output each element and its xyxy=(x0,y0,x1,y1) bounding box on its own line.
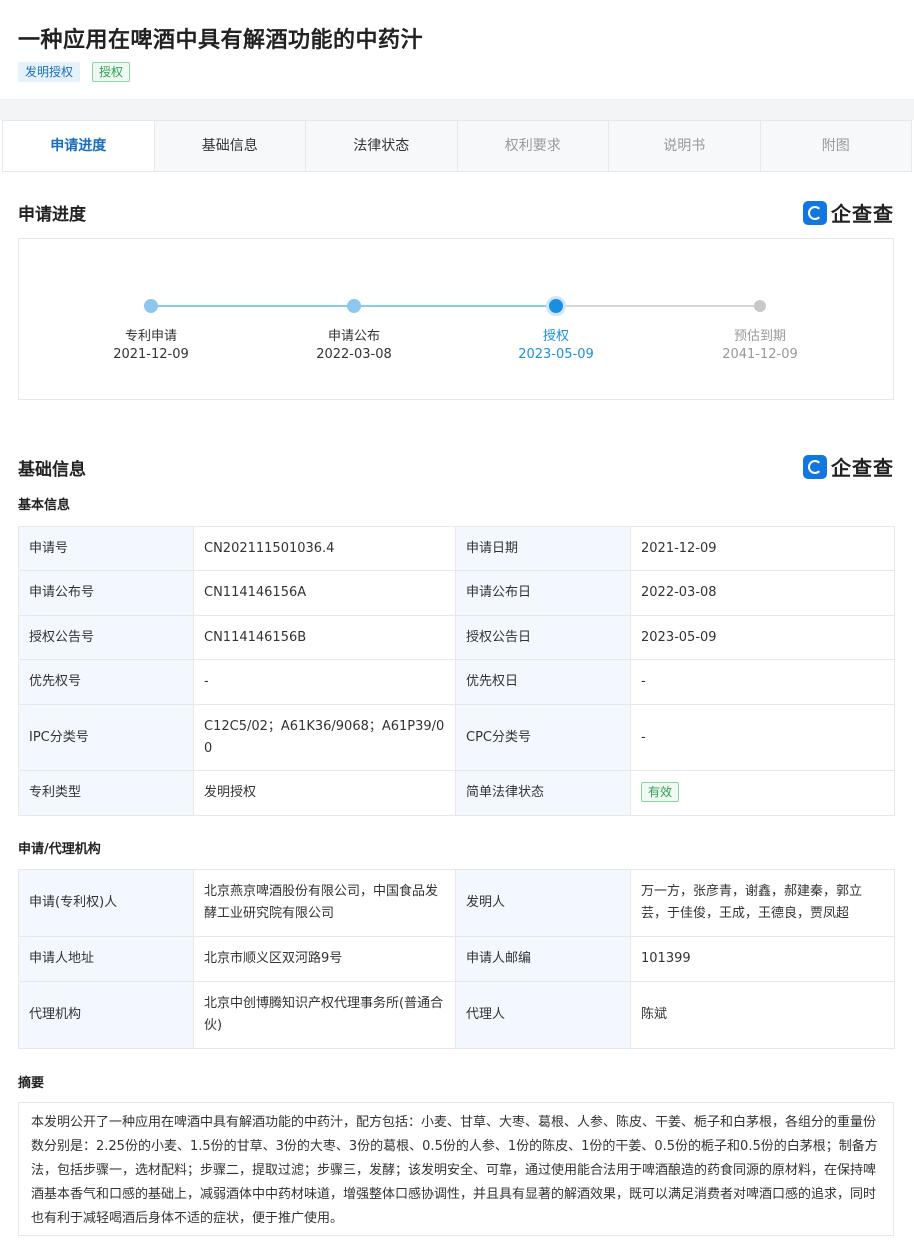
tab-basic-info[interactable]: 基础信息 xyxy=(153,121,305,171)
step-label: 专利申请 xyxy=(124,329,177,344)
step-label-current: 授权 xyxy=(542,329,569,344)
timeline-node xyxy=(144,299,158,313)
step-date: 2022-03-08 xyxy=(316,347,392,362)
qcc-logo: 企查查 xyxy=(803,198,894,227)
field-value: CN114146156B xyxy=(193,615,456,660)
step-date-future: 2041-12-09 xyxy=(722,347,798,362)
tab-legal-status[interactable]: 法律状态 xyxy=(305,121,457,171)
page-title: 一种应用在啤酒中具有解酒功能的中药汁 xyxy=(18,28,424,53)
field-label: 专利类型 xyxy=(18,770,194,816)
field-value: - xyxy=(630,704,895,771)
field-label: 简单法律状态 xyxy=(455,770,631,816)
field-value: 2023-05-09 xyxy=(630,615,895,660)
field-value: - xyxy=(193,659,456,705)
field-label: 申请(专利权)人 xyxy=(18,869,194,937)
field-value: CN114146156A xyxy=(193,570,456,616)
basic-info-subtitle: 基本信息 xyxy=(18,498,71,513)
patent-type-tag: 发明授权 xyxy=(18,62,81,82)
field-value: C12C5/02；A61K36/9068；A61P39/00 xyxy=(193,704,456,771)
field-value: 101399 xyxy=(630,936,895,982)
step-label-future: 预估到期 xyxy=(733,329,786,344)
table-row: 申请人地址 北京市顺义区双河路9号 申请人邮编 101399 xyxy=(18,936,895,982)
patent-header: 一种应用在啤酒中具有解酒功能的中药汁 发明授权 授权 xyxy=(0,0,914,100)
field-value: 万一方，张彦青，谢鑫，郝建秦，郭立芸，于佳俊，王成，王德良，贾凤超 xyxy=(630,869,895,937)
basic-section-title: 基础信息 xyxy=(18,460,86,480)
timeline-node-future xyxy=(754,300,766,312)
field-label: 优先权号 xyxy=(18,659,194,705)
field-label: 申请日期 xyxy=(455,526,631,571)
table-row: IPC分类号 C12C5/02；A61K36/9068；A61P39/00 CP… xyxy=(18,704,895,771)
table-row: 专利类型 发明授权 简单法律状态 有效 xyxy=(18,770,895,816)
agency-link[interactable]: 北京中创博腾知识产权代理事务所(普通合伙) xyxy=(193,981,456,1049)
abstract-subtitle: 摘要 xyxy=(18,1076,45,1091)
step-date: 2021-12-09 xyxy=(113,347,189,362)
table-row: 授权公告号 CN114146156B 授权公告日 2023-05-09 xyxy=(18,615,895,660)
field-value: 陈斌 xyxy=(630,981,895,1049)
field-label: CPC分类号 xyxy=(455,704,631,771)
field-label: 代理机构 xyxy=(18,981,194,1049)
qcc-logo-icon xyxy=(803,454,827,479)
qcc-logo-icon xyxy=(803,200,827,225)
field-label: 优先权日 xyxy=(455,659,631,705)
table-row: 代理机构 北京中创博腾知识产权代理事务所(普通合伙) 代理人 陈斌 xyxy=(18,981,895,1049)
field-value: 发明授权 xyxy=(193,770,456,816)
table-row: 申请(专利权)人 北京燕京啤酒股份有限公司，中国食品发酵工业研究院有限公司 发明… xyxy=(18,869,895,937)
tab-progress[interactable]: 申请进度 xyxy=(3,121,154,171)
applicant-link[interactable]: 北京燕京啤酒股份有限公司，中国食品发酵工业研究院有限公司 xyxy=(193,869,456,937)
field-label: 申请号 xyxy=(18,526,194,571)
qcc-logo: 企查查 xyxy=(803,452,894,481)
field-label: 授权公告号 xyxy=(18,615,194,660)
step-label: 申请公布 xyxy=(327,329,380,344)
timeline-line-future xyxy=(554,305,760,307)
agency-subtitle: 申请/代理机构 xyxy=(18,842,101,857)
content-panel: 申请进度 基础信息 法律状态 权利要求 说明书 附图 申请进度 企查查 专利申请… xyxy=(0,120,914,1248)
field-label: 授权公告日 xyxy=(455,615,631,660)
progress-timeline: 专利申请 2021-12-09 申请公布 2022-03-08 授权 2023-… xyxy=(18,238,894,400)
field-label: 申请公布号 xyxy=(18,570,194,616)
field-value: 2022-03-08 xyxy=(630,570,895,616)
field-value: - xyxy=(630,659,895,705)
status-tag: 授权 xyxy=(92,62,131,82)
field-label: 申请公布日 xyxy=(455,570,631,616)
field-value: CN202111501036.4 xyxy=(193,526,456,571)
table-row: 优先权号 - 优先权日 - xyxy=(18,659,895,705)
status-badge: 有效 xyxy=(641,782,680,802)
qcc-logo-text: 企查查 xyxy=(831,456,894,480)
field-label: 申请人地址 xyxy=(18,936,194,982)
field-label: 代理人 xyxy=(455,981,631,1049)
qcc-logo-text: 企查查 xyxy=(831,202,894,226)
abstract-text: 本发明公开了一种应用在啤酒中具有解酒功能的中药汁，配方包括：小麦、甘草、大枣、葛… xyxy=(18,1102,894,1236)
basic-info-table: 申请号 CN202111501036.4 申请日期 2021-12-09 申请公… xyxy=(18,526,895,816)
field-label: 申请人邮编 xyxy=(455,936,631,982)
table-row: 申请号 CN202111501036.4 申请日期 2021-12-09 xyxy=(18,526,895,571)
agency-table: 申请(专利权)人 北京燕京啤酒股份有限公司，中国食品发酵工业研究院有限公司 发明… xyxy=(18,869,895,1049)
field-label: 发明人 xyxy=(455,869,631,937)
field-label: IPC分类号 xyxy=(18,704,194,771)
table-row: 申请公布号 CN114146156A 申请公布日 2022-03-08 xyxy=(18,570,895,616)
field-value: 2021-12-09 xyxy=(630,526,895,571)
field-value: 有效 xyxy=(630,770,895,816)
progress-section-title: 申请进度 xyxy=(18,205,86,225)
timeline-node xyxy=(347,299,361,313)
tab-claims[interactable]: 权利要求 xyxy=(456,121,608,171)
field-value: 北京市顺义区双河路9号 xyxy=(193,936,456,982)
tab-bar: 申请进度 基础信息 法律状态 权利要求 说明书 附图 xyxy=(2,120,912,172)
timeline-node-current xyxy=(549,299,563,313)
tab-description[interactable]: 说明书 xyxy=(608,121,760,171)
tab-drawings[interactable]: 附图 xyxy=(759,121,911,171)
step-date-current: 2023-05-09 xyxy=(518,347,594,362)
